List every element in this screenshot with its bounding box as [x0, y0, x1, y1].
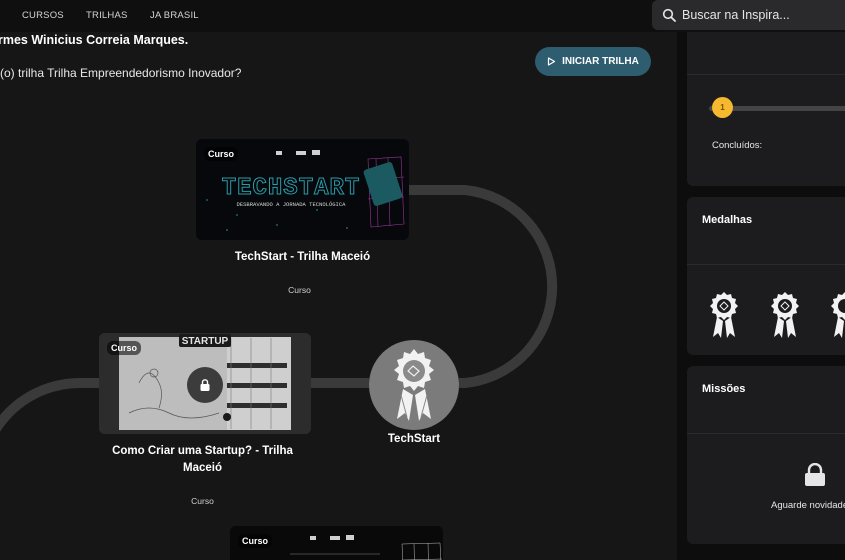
card-title[interactable]: Como Criar uma Startup? - Trilha Maceió — [99, 443, 306, 476]
missions-panel: Missões — [687, 366, 845, 544]
sidebar: 1 Concluídos: Medalhas Missões Aguarde n… — [677, 26, 845, 560]
card-type: Curso — [191, 496, 214, 506]
card-tag: Curso — [204, 147, 239, 161]
medal-icon — [771, 292, 799, 338]
completed-label: Concluídos: — [712, 140, 763, 151]
top-nav: CURSOS TRILHAS JA BRASIL — [0, 0, 845, 32]
startup-banner-text: STARTUP — [182, 336, 229, 347]
lock-icon — [805, 463, 825, 486]
trail-path — [0, 185, 558, 432]
card-title-line: Como Criar uma Startup? - Trilha — [112, 445, 293, 457]
medals-title: Medalhas — [702, 214, 753, 226]
nav-ja-brasil[interactable]: JA BRASIL — [150, 10, 199, 21]
card-tag: Curso — [107, 341, 142, 355]
medal-icon — [394, 349, 434, 421]
medals-panel: Medalhas — [687, 197, 845, 355]
card-type: Curso — [288, 285, 311, 295]
divider — [687, 433, 845, 434]
search-input[interactable] — [682, 8, 842, 22]
medal-node-label: TechStart — [387, 433, 441, 445]
search-icon — [662, 8, 676, 22]
missions-waiting-text: Aguarde novidades — [771, 500, 845, 511]
main-content: rmes Winicius Correia Marques. (o) trilh… — [0, 32, 677, 560]
nav-trilhas[interactable]: TRILHAS — [86, 10, 128, 21]
missions-title: Missões — [702, 383, 746, 395]
page: CURSOS TRILHAS JA BRASIL rmes Winicius C… — [0, 0, 845, 560]
divider — [687, 264, 845, 265]
progress-panel: 1 Concluídos: — [687, 26, 845, 186]
search-box[interactable] — [652, 0, 845, 30]
nav-cursos[interactable]: CURSOS — [22, 10, 64, 21]
lock-icon — [187, 367, 223, 403]
medal-node[interactable] — [369, 340, 459, 430]
course-card-techstart[interactable]: TECHSTART DESBRAVANDO A JORNADA TECNOLÓG… — [196, 139, 409, 240]
card-tag: Curso — [238, 534, 273, 548]
card-title[interactable]: TechStart - Trilha Maceió — [196, 249, 409, 266]
card-title-line: Maceió — [183, 461, 222, 474]
svg-text:DESBRAVANDO A JORNADA TECNOLÓG: DESBRAVANDO A JORNADA TECNOLÓGICA — [237, 201, 347, 208]
course-card-next[interactable]: Curso — [230, 526, 443, 560]
medal-icon — [831, 292, 845, 338]
divider — [687, 74, 845, 75]
medal-icon — [710, 292, 738, 338]
progress-knob: 1 — [712, 97, 733, 118]
svg-text:TECHSTART: TECHSTART — [222, 175, 361, 202]
